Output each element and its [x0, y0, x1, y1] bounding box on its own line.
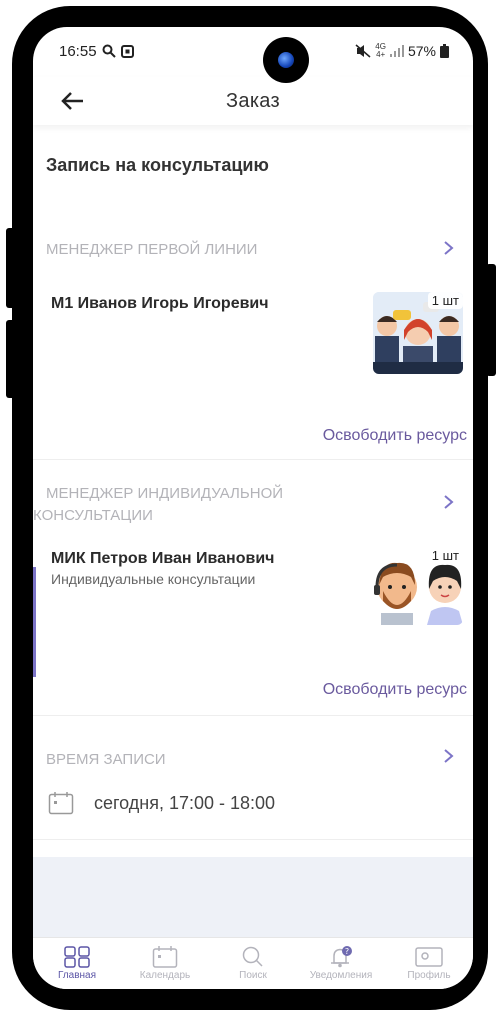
volume-button: [6, 228, 16, 308]
divider: [33, 839, 473, 840]
resource-label-line1: МЕНЕДЖЕР ИНДИВИДУАЛЬНОЙ: [46, 485, 284, 502]
quantity-badge: 1 шт: [427, 547, 463, 564]
calendar-icon: [152, 946, 178, 968]
svg-text:?: ?: [345, 947, 349, 956]
resource-label-line2: КОНСУЛЬТАЦИИ: [33, 507, 153, 524]
grid-icon: [64, 946, 90, 968]
divider: [33, 715, 473, 716]
footer-background: [33, 857, 473, 937]
resource-subtitle: Индивидуальные консультации: [51, 571, 256, 587]
tab-home[interactable]: Главная: [37, 946, 117, 981]
back-button[interactable]: [59, 87, 87, 115]
section-title: Запись на консультацию: [46, 155, 269, 175]
tab-label: Профиль: [407, 970, 451, 981]
profile-card-icon: [415, 947, 443, 967]
search-status-icon: [102, 44, 116, 58]
selection-accent: [33, 567, 36, 677]
booking-time-value: сегодня, 17:00 - 18:00: [94, 792, 276, 813]
resource-thumbnail: 1 шт: [373, 292, 463, 374]
resource-label: МЕНЕДЖЕР ПЕРВОЙ ЛИНИИ: [46, 241, 258, 258]
divider: [33, 459, 473, 460]
resource-thumbnail: 1 шт: [371, 547, 463, 625]
mute-icon: [355, 44, 371, 58]
release-resource-link[interactable]: Освободить ресурс: [323, 427, 467, 445]
front-camera: [263, 37, 309, 83]
power-button: [486, 264, 496, 376]
quantity-badge: 1 шт: [427, 292, 463, 309]
chevron-right-icon[interactable]: [441, 749, 455, 763]
screen: 16:55 4G 4+ 57% Заказ Запись на консульт…: [33, 27, 473, 989]
chevron-right-icon[interactable]: [441, 241, 455, 255]
record-status-icon: [120, 44, 134, 58]
booking-time-row: сегодня, 17:00 - 18:00: [48, 791, 275, 815]
battery-icon: [440, 44, 449, 58]
resource-name: МИК Петров Иван Иванович: [51, 550, 275, 567]
tab-label: Календарь: [139, 970, 191, 981]
booking-time-label: ВРЕМЯ ЗАПИСИ: [46, 751, 166, 768]
chevron-right-icon[interactable]: [441, 495, 455, 509]
search-icon: [242, 946, 263, 967]
arrow-left-icon: [61, 92, 83, 110]
network-sub: 4+: [376, 50, 386, 59]
release-resource-link[interactable]: Освободить ресурс: [323, 681, 467, 699]
signal-icon: [389, 45, 404, 57]
battery-percent: 57%: [407, 43, 436, 59]
resource-name: М1 Иванов Игорь Игоревич: [51, 295, 269, 312]
app-header: Заказ: [33, 77, 473, 125]
side-button: [6, 320, 16, 398]
calendar-icon: [48, 792, 74, 815]
bottom-tab-bar: Главная Календарь Поиск ? Уведомления Пр…: [33, 937, 473, 989]
tab-profile[interactable]: Профиль: [389, 946, 469, 981]
tab-notifications[interactable]: ? Уведомления: [301, 946, 381, 981]
tab-label: Поиск: [239, 970, 267, 981]
status-bar: 16:55 4G 4+ 57%: [33, 27, 473, 75]
page-title: Заказ: [226, 89, 280, 112]
tab-label: Главная: [57, 970, 97, 981]
tab-calendar[interactable]: Календарь: [125, 946, 205, 981]
tab-label: Уведомления: [309, 970, 373, 981]
status-time: 16:55: [59, 42, 97, 60]
bell-icon: ?: [331, 946, 352, 968]
tab-search[interactable]: Поиск: [213, 946, 293, 981]
